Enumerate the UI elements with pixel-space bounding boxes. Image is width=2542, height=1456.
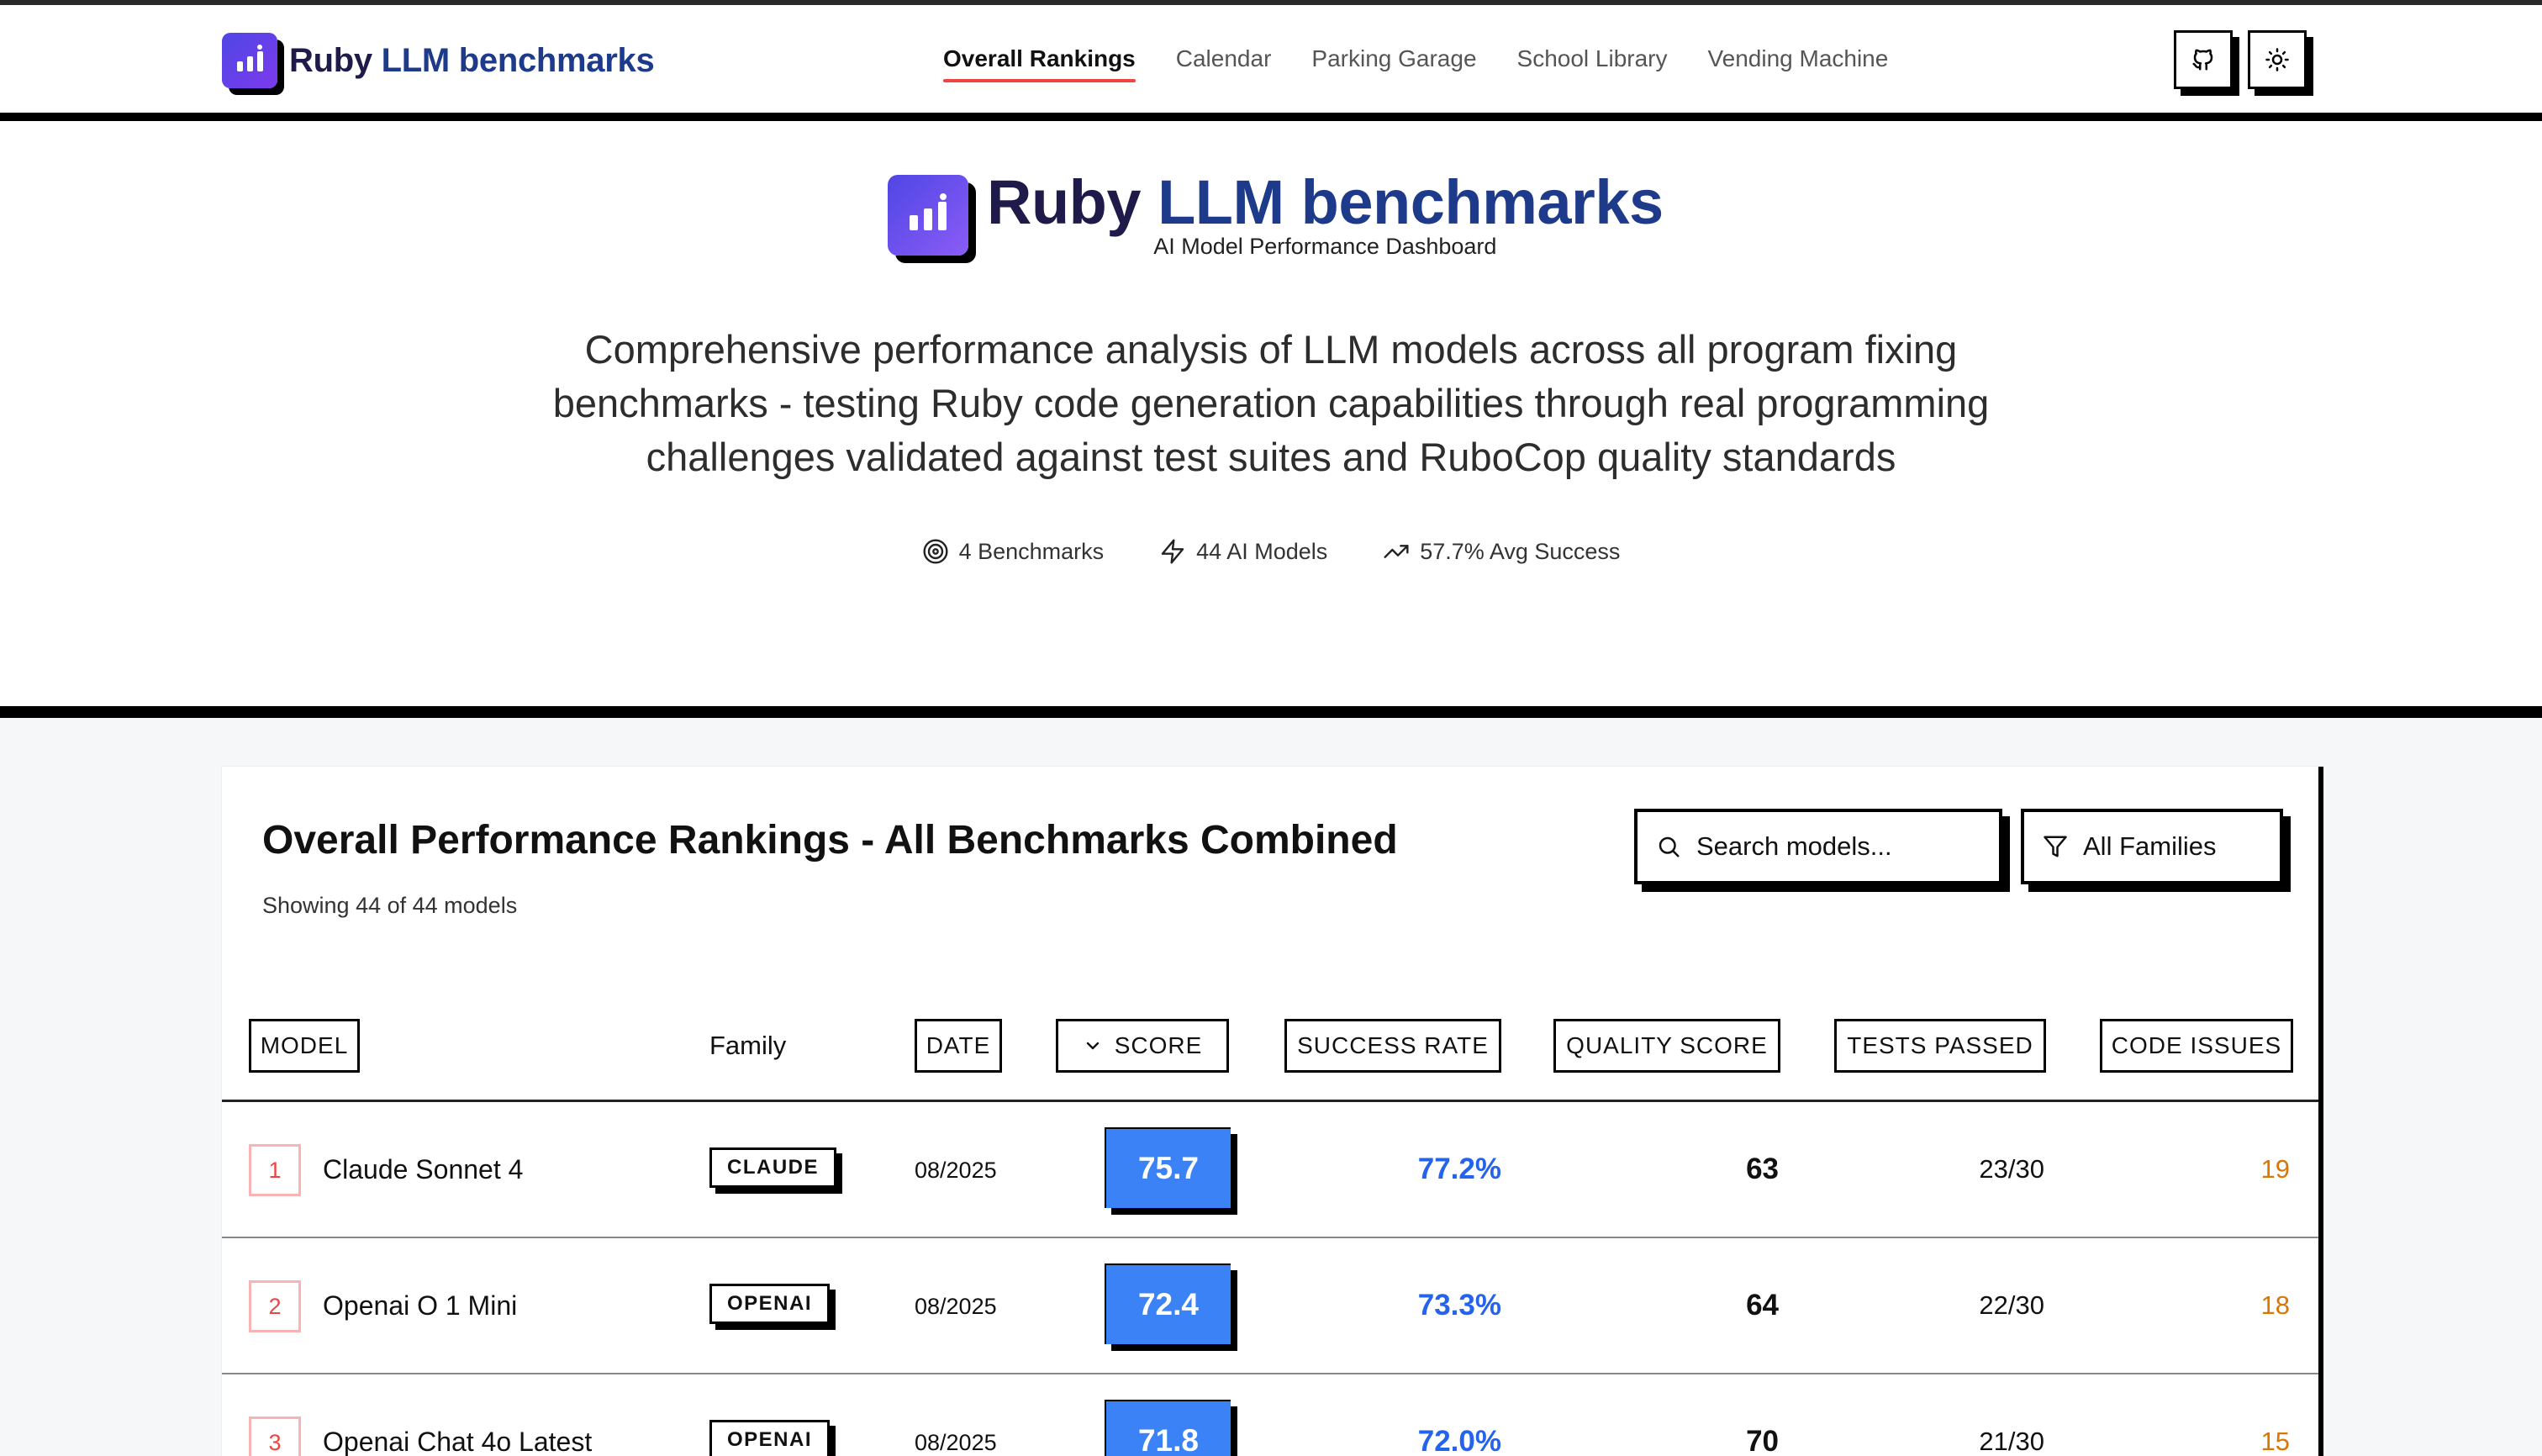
nav-links: Overall Rankings Calendar Parking Garage… <box>943 5 1888 113</box>
rank-badge: 3 <box>249 1416 301 1456</box>
brand-word-benchmarks: LLM benchmarks <box>381 41 655 79</box>
success-rate-cell: 72.0% <box>1417 1425 1501 1456</box>
stat-models: 44 AI Models <box>1159 538 1327 565</box>
hero-brand: Ruby LLM benchmarks AI Model Performance… <box>888 168 1664 260</box>
family-filter-label: All Families <box>2083 831 2217 861</box>
target-icon <box>923 539 948 564</box>
brand-link[interactable]: Ruby LLM benchmarks <box>222 30 655 91</box>
tests-passed-cell: 23/30 <box>1979 1154 2044 1184</box>
family-filter-select[interactable]: All Families <box>2021 809 2283 884</box>
column-header-date[interactable]: DATE <box>915 1019 1002 1073</box>
search-box[interactable] <box>1634 809 2002 884</box>
model-name: Claude Sonnet 4 <box>323 1154 524 1184</box>
column-header-code-issues[interactable]: CODE ISSUES <box>2100 1019 2293 1073</box>
github-button[interactable] <box>2174 30 2233 89</box>
chevron-down-icon <box>1086 1042 1099 1050</box>
score-badge: 72.4 <box>1105 1263 1231 1344</box>
success-rate-cell: 73.3% <box>1417 1289 1501 1321</box>
column-header-success-rate[interactable]: SUCCESS RATE <box>1284 1019 1501 1073</box>
column-header-quality-score[interactable]: QUALITY SCORE <box>1553 1019 1780 1073</box>
rank-badge: 2 <box>249 1280 301 1332</box>
brand-name: Ruby LLM benchmarks <box>289 41 655 80</box>
table-row[interactable]: 2 Openai O 1 Mini OPENAI 08/2025 72.4 73… <box>222 1238 2318 1374</box>
code-issues-cell: 19 <box>2260 1154 2290 1184</box>
code-issues-cell: 18 <box>2260 1290 2290 1320</box>
hero-titles: Ruby LLM benchmarks AI Model Performance… <box>987 168 1664 260</box>
hero-subtitle: AI Model Performance Dashboard <box>1153 234 1497 259</box>
hero-title-benchmarks: LLM benchmarks <box>1158 167 1664 237</box>
column-header-score[interactable]: SCORE <box>1056 1019 1229 1073</box>
bar-chart-hero-icon <box>888 175 968 256</box>
brand-word-ruby: Ruby <box>289 41 372 79</box>
hero-divider <box>0 706 2542 718</box>
success-rate-cell: 77.2% <box>1417 1153 1501 1185</box>
tests-passed-cell: 22/30 <box>1979 1290 2044 1320</box>
stat-avg-success-label: 57.7% Avg Success <box>1420 538 1621 564</box>
code-issues-cell: 15 <box>2260 1427 2290 1456</box>
column-header-model[interactable]: MODEL <box>249 1019 360 1073</box>
hero-stats: 4 Benchmarks 44 AI Models 57.7% Avg Succ… <box>0 538 2542 565</box>
nav-link-overall-rankings[interactable]: Overall Rankings <box>943 40 1136 82</box>
trending-up-icon <box>1384 545 1409 558</box>
search-input[interactable] <box>1696 831 1982 862</box>
tests-passed-cell: 21/30 <box>1979 1427 2044 1456</box>
column-header-score-label: SCORE <box>1114 1032 1203 1058</box>
model-name: Openai O 1 Mini <box>323 1290 518 1321</box>
bar-chart-logo-icon <box>222 33 277 88</box>
column-header-family: Family <box>709 1031 787 1060</box>
rankings-card: Overall Performance Rankings - All Bench… <box>222 767 2323 1456</box>
stat-avg-success: 57.7% Avg Success <box>1383 538 1620 565</box>
rankings-title: Overall Performance Rankings - All Bench… <box>262 818 1398 863</box>
top-nav: Ruby LLM benchmarks Overall Rankings Cal… <box>0 5 2542 113</box>
score-badge: 71.8 <box>1105 1400 1231 1456</box>
stat-benchmarks-label: 4 Benchmarks <box>958 538 1105 564</box>
rank-badge: 1 <box>249 1144 301 1196</box>
sun-icon <box>2265 48 2289 71</box>
nav-bottom-border <box>0 113 2542 121</box>
rankings-count: Showing 44 of 44 models <box>262 893 518 918</box>
nav-link-school-library[interactable]: School Library <box>1517 40 1668 77</box>
hero-section: Ruby LLM benchmarks AI Model Performance… <box>0 121 2542 706</box>
table-row[interactable]: 1 Claude Sonnet 4 CLAUDE 08/2025 75.7 77… <box>222 1102 2318 1238</box>
quality-score-cell: 63 <box>1746 1153 1779 1185</box>
quality-score-cell: 64 <box>1746 1289 1779 1321</box>
date-cell: 08/2025 <box>915 1430 997 1455</box>
filter-icon <box>2044 836 2067 857</box>
family-badge: CLAUDE <box>709 1147 836 1188</box>
hero-title-ruby: Ruby <box>987 167 1142 237</box>
quality-score-cell: 70 <box>1746 1425 1779 1456</box>
family-badge: OPENAI <box>709 1420 831 1456</box>
score-badge: 75.7 <box>1105 1127 1231 1208</box>
table-row[interactable]: 3 Openai Chat 4o Latest OPENAI 08/2025 7… <box>222 1374 2318 1456</box>
nav-link-calendar[interactable]: Calendar <box>1176 40 1272 77</box>
date-cell: 08/2025 <box>915 1158 997 1183</box>
column-header-tests-passed[interactable]: TESTS PASSED <box>1834 1019 2046 1073</box>
stat-models-label: 44 AI Models <box>1196 538 1328 564</box>
stat-benchmarks: 4 Benchmarks <box>922 538 1105 565</box>
github-icon <box>2192 49 2213 71</box>
family-badge: OPENAI <box>709 1284 831 1324</box>
zap-icon <box>1161 539 1184 564</box>
hero-description: Comprehensive performance analysis of LL… <box>552 327 1990 479</box>
hero-title: Ruby LLM benchmarks <box>987 168 1664 237</box>
search-icon <box>1659 836 1680 857</box>
nav-link-vending-machine[interactable]: Vending Machine <box>1708 40 1889 77</box>
nav-link-parking-garage[interactable]: Parking Garage <box>1311 40 1476 77</box>
date-cell: 08/2025 <box>915 1294 997 1319</box>
theme-toggle-button[interactable] <box>2248 30 2307 89</box>
model-name: Openai Chat 4o Latest <box>323 1427 593 1456</box>
